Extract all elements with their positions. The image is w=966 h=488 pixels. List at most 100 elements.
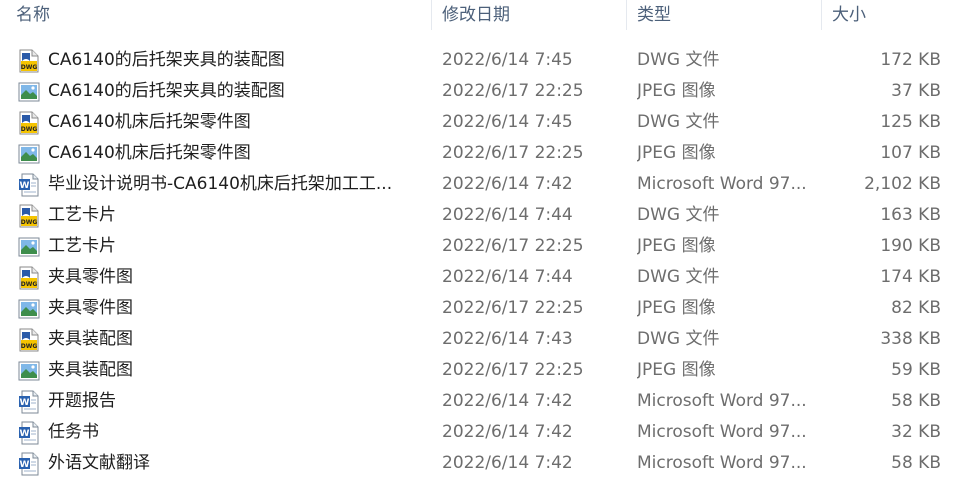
file-name: 毕业设计说明书-CA6140机床后托架加工工... xyxy=(48,174,393,194)
file-size: 37 KB xyxy=(891,81,941,101)
file-size: 32 KB xyxy=(891,422,941,442)
file-date: 2022/6/17 22:25 xyxy=(442,81,584,101)
file-date: 2022/6/17 22:25 xyxy=(442,298,584,318)
column-header-bar: 名称 ⌃ 修改日期 类型 大小 xyxy=(0,0,966,30)
svg-text:DWG: DWG xyxy=(21,343,38,350)
word-document-icon: W xyxy=(18,421,40,445)
file-size: 190 KB xyxy=(880,236,941,256)
file-date: 2022/6/14 7:45 xyxy=(442,50,573,70)
file-row[interactable]: DWG 工艺卡片 2022/6/14 7:44 DWG 文件 163 KB xyxy=(0,200,966,231)
jpeg-image-icon xyxy=(18,142,40,166)
svg-text:DWG: DWG xyxy=(21,64,38,71)
file-name: CA6140的后托架夹具的装配图 xyxy=(48,50,285,70)
file-date: 2022/6/14 7:45 xyxy=(442,112,573,132)
file-type: JPEG 图像 xyxy=(637,360,716,380)
file-type: DWG 文件 xyxy=(637,205,720,225)
file-type: DWG 文件 xyxy=(637,50,720,70)
file-type: Microsoft Word 97... xyxy=(637,391,807,411)
svg-text:W: W xyxy=(20,429,30,439)
dwg-file-icon: DWG xyxy=(18,111,40,135)
column-header-size[interactable]: 大小 xyxy=(822,0,966,30)
word-document-icon: W xyxy=(18,452,40,476)
file-name: 夹具装配图 xyxy=(48,360,133,380)
file-size: 2,102 KB xyxy=(864,174,941,194)
file-row[interactable]: 工艺卡片 2022/6/17 22:25 JPEG 图像 190 KB xyxy=(0,231,966,262)
dwg-file-icon: DWG xyxy=(18,49,40,73)
column-header-date-label: 修改日期 xyxy=(442,5,510,25)
column-header-name[interactable]: 名称 ⌃ xyxy=(8,0,432,30)
file-type: JPEG 图像 xyxy=(637,143,716,163)
file-row[interactable]: W 外语文献翻译 2022/6/14 7:42 Microsoft Word 97..… xyxy=(0,448,966,479)
jpeg-image-icon xyxy=(18,235,40,259)
column-header-type-label: 类型 xyxy=(637,5,671,25)
svg-text:W: W xyxy=(20,398,30,408)
dwg-file-icon: DWG xyxy=(18,328,40,352)
file-row[interactable]: W 任务书 2022/6/14 7:42 Microsoft Word 97... 32… xyxy=(0,417,966,448)
column-header-name-label: 名称 xyxy=(16,5,50,25)
sort-ascending-icon: ⌃ xyxy=(220,0,230,5)
file-type: JPEG 图像 xyxy=(637,298,716,318)
file-size: 125 KB xyxy=(880,112,941,132)
word-document-icon: W xyxy=(18,390,40,414)
file-name: CA6140机床后托架零件图 xyxy=(48,112,251,132)
file-size: 163 KB xyxy=(880,205,941,225)
file-date: 2022/6/17 22:25 xyxy=(442,236,584,256)
file-type: DWG 文件 xyxy=(637,112,720,132)
file-name: 工艺卡片 xyxy=(48,236,116,256)
column-header-size-label: 大小 xyxy=(832,5,866,25)
file-date: 2022/6/14 7:42 xyxy=(442,391,573,411)
file-size: 58 KB xyxy=(891,453,941,473)
svg-text:W: W xyxy=(20,460,30,470)
word-document-icon: W xyxy=(18,173,40,197)
file-name: 开题报告 xyxy=(48,391,116,411)
file-size: 107 KB xyxy=(880,143,941,163)
file-name: 工艺卡片 xyxy=(48,205,116,225)
file-name: CA6140机床后托架零件图 xyxy=(48,143,251,163)
file-size: 82 KB xyxy=(891,298,941,318)
file-date: 2022/6/17 22:25 xyxy=(442,143,584,163)
file-row[interactable]: CA6140的后托架夹具的装配图 2022/6/17 22:25 JPEG 图像 37… xyxy=(0,76,966,107)
file-row[interactable]: DWG 夹具零件图 2022/6/14 7:44 DWG 文件 174 KB xyxy=(0,262,966,293)
dwg-file-icon: DWG xyxy=(18,266,40,290)
file-date: 2022/6/14 7:44 xyxy=(442,267,573,287)
file-row[interactable]: DWG CA6140的后托架夹具的装配图 2022/6/14 7:45 DWG 文件 1… xyxy=(0,45,966,76)
file-list: DWG CA6140的后托架夹具的装配图 2022/6/14 7:45 DWG 文件 1… xyxy=(0,45,966,479)
file-row[interactable]: W 开题报告 2022/6/14 7:42 Microsoft Word 97... 5… xyxy=(0,386,966,417)
file-name: 外语文献翻译 xyxy=(48,453,150,473)
file-date: 2022/6/14 7:42 xyxy=(442,422,573,442)
dwg-file-icon: DWG xyxy=(18,204,40,228)
file-date: 2022/6/14 7:44 xyxy=(442,205,573,225)
file-row[interactable]: DWG CA6140机床后托架零件图 2022/6/14 7:45 DWG 文件 125… xyxy=(0,107,966,138)
svg-text:DWG: DWG xyxy=(21,219,38,226)
file-type: Microsoft Word 97... xyxy=(637,422,807,442)
jpeg-image-icon xyxy=(18,297,40,321)
file-row[interactable]: 夹具装配图 2022/6/17 22:25 JPEG 图像 59 KB xyxy=(0,355,966,386)
file-name: 夹具装配图 xyxy=(48,329,133,349)
file-type: Microsoft Word 97... xyxy=(637,453,807,473)
svg-text:W: W xyxy=(20,181,30,191)
file-date: 2022/6/14 7:43 xyxy=(442,329,573,349)
file-date: 2022/6/17 22:25 xyxy=(442,360,584,380)
file-date: 2022/6/14 7:42 xyxy=(442,453,573,473)
svg-text:DWG: DWG xyxy=(21,126,38,133)
file-type: JPEG 图像 xyxy=(637,81,716,101)
file-size: 59 KB xyxy=(891,360,941,380)
jpeg-image-icon xyxy=(18,359,40,383)
file-name: 夹具零件图 xyxy=(48,298,133,318)
file-size: 172 KB xyxy=(880,50,941,70)
file-type: DWG 文件 xyxy=(637,267,720,287)
file-type: Microsoft Word 97... xyxy=(637,174,807,194)
file-row[interactable]: DWG 夹具装配图 2022/6/14 7:43 DWG 文件 338 KB xyxy=(0,324,966,355)
file-row[interactable]: CA6140机床后托架零件图 2022/6/17 22:25 JPEG 图像 107 … xyxy=(0,138,966,169)
jpeg-image-icon xyxy=(18,80,40,104)
file-size: 338 KB xyxy=(880,329,941,349)
file-name: CA6140的后托架夹具的装配图 xyxy=(48,81,285,101)
svg-text:DWG: DWG xyxy=(21,281,38,288)
file-row[interactable]: 夹具零件图 2022/6/17 22:25 JPEG 图像 82 KB xyxy=(0,293,966,324)
file-size: 174 KB xyxy=(880,267,941,287)
file-size: 58 KB xyxy=(891,391,941,411)
file-row[interactable]: W 毕业设计说明书-CA6140机床后托架加工工... 2022/6/14 7:42… xyxy=(0,169,966,200)
column-header-type[interactable]: 类型 xyxy=(627,0,822,30)
file-type: DWG 文件 xyxy=(637,329,720,349)
column-header-date[interactable]: 修改日期 xyxy=(432,0,627,30)
